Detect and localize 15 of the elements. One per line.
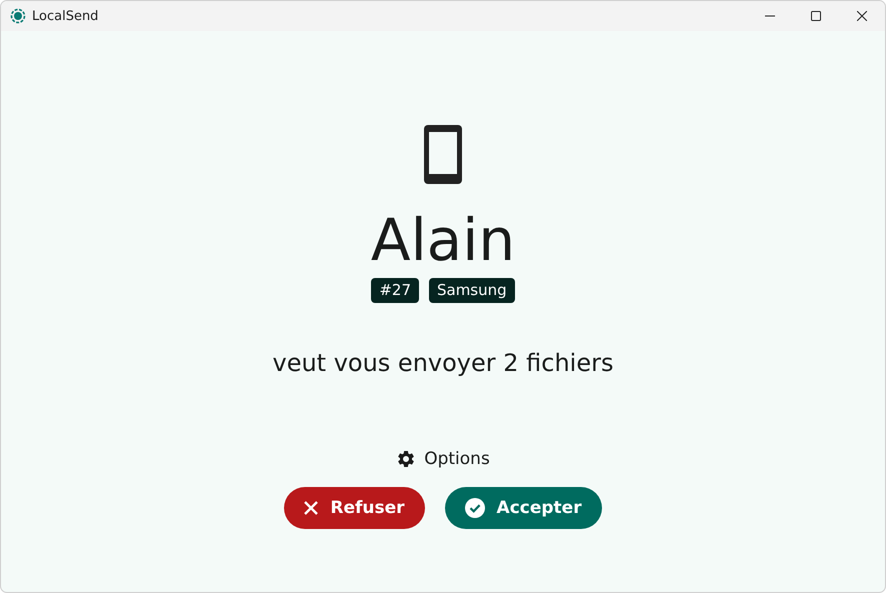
settings-icon <box>396 449 416 469</box>
device-tag: Samsung <box>428 278 515 303</box>
accept-button[interactable]: Accepter <box>444 487 602 529</box>
app-logo-icon <box>10 8 26 24</box>
device-name: Alain <box>370 206 516 274</box>
window-title: LocalSend <box>32 8 98 24</box>
request-message: veut vous envoyer 2 fichiers <box>272 349 614 377</box>
maximize-icon <box>811 11 821 21</box>
device-tag: #27 <box>371 278 419 303</box>
close-icon <box>857 11 867 21</box>
decline-button[interactable]: Refuser <box>284 487 425 529</box>
options-button[interactable]: Options <box>388 445 498 473</box>
check-circle-icon <box>464 498 485 518</box>
close-icon <box>304 501 318 515</box>
phone-icon <box>424 125 462 184</box>
